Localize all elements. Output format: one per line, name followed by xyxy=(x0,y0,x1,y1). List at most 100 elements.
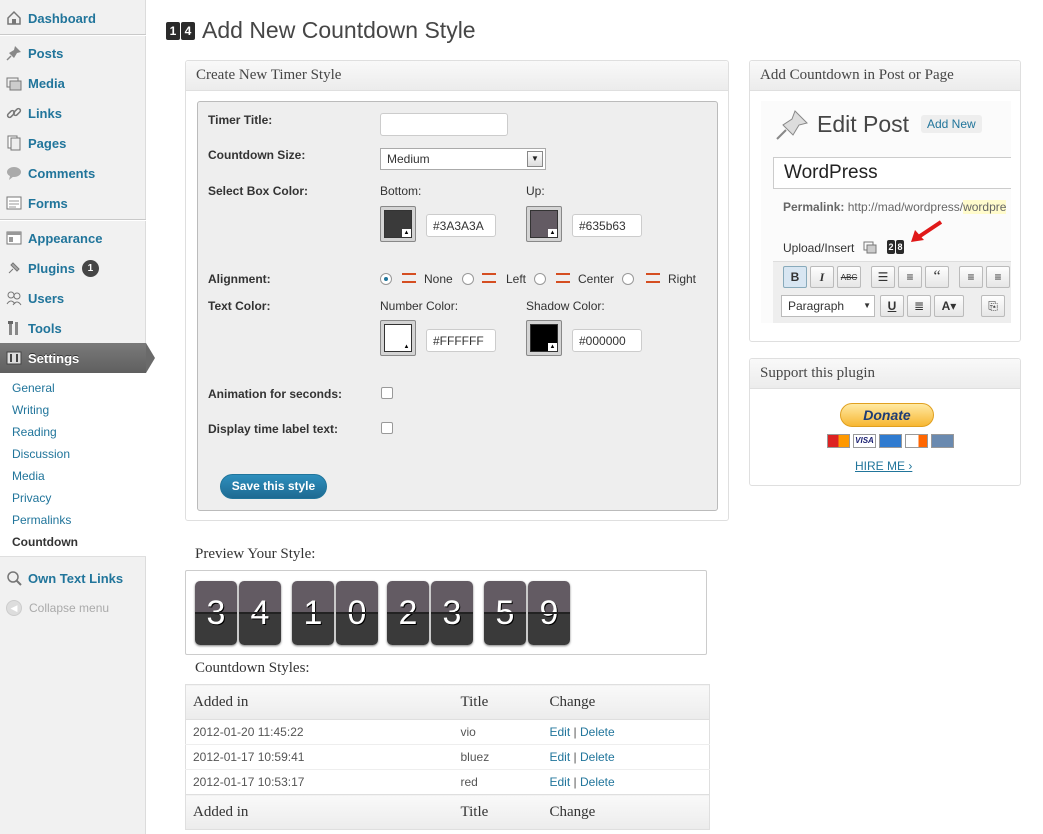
align-center-radio[interactable] xyxy=(534,273,546,285)
underline-icon: U xyxy=(880,295,904,317)
submenu-writing[interactable]: Writing xyxy=(12,403,49,417)
box-heading: Create New Timer Style xyxy=(186,61,728,91)
animation-checkbox[interactable] xyxy=(381,387,393,399)
table-row: 2012-01-17 10:59:41 bluez Edit | Delete xyxy=(185,744,710,770)
menu-comments[interactable]: Comments xyxy=(0,158,146,188)
shadow-color-swatch[interactable]: ▲ xyxy=(526,320,562,356)
collapse-menu-button[interactable]: ◀ Collapse menu xyxy=(6,600,109,616)
icon-digit: 8 xyxy=(896,240,904,254)
hire-me-link[interactable]: HIRE ME › xyxy=(855,459,912,473)
menu-pages[interactable]: Pages xyxy=(0,128,146,158)
timer-title-input[interactable] xyxy=(380,113,508,136)
preview-digit: 9 xyxy=(528,581,570,645)
table-row: 2012-01-20 11:45:22 vio Edit | Delete xyxy=(185,719,710,745)
menu-forms[interactable]: Forms xyxy=(0,188,146,218)
column-footer-added: Added in xyxy=(185,794,454,830)
bullet-list-icon: ☰ xyxy=(871,266,895,288)
menu-label: Appearance xyxy=(28,230,103,246)
submenu-countdown[interactable]: Countdown xyxy=(12,535,78,549)
align-left-icon: ≡ xyxy=(959,266,983,288)
numbered-list-icon: ≡ xyxy=(898,266,922,288)
delete-link[interactable]: Delete xyxy=(580,750,615,764)
preview-digit: 4 xyxy=(239,581,281,645)
add-countdown-box: Add Countdown in Post or Page Edit Post … xyxy=(749,60,1021,342)
align-none-radio[interactable] xyxy=(380,273,392,285)
countdown-preview: 3 4 1 0 2 3 5 9 xyxy=(185,570,707,655)
post-title-field: WordPress xyxy=(773,157,1011,189)
submenu-reading[interactable]: Reading xyxy=(12,425,57,439)
justify-icon: ≣ xyxy=(907,295,931,317)
red-arrow-icon xyxy=(909,219,945,248)
align-center-icon: ≡ xyxy=(986,266,1010,288)
time-label-checkbox[interactable] xyxy=(381,422,393,434)
shadow-color-input[interactable] xyxy=(572,329,642,352)
logo-digit: 4 xyxy=(181,22,195,40)
menu-plugins[interactable]: Plugins 1 xyxy=(0,253,146,283)
permalink-label: Permalink: xyxy=(783,200,845,214)
box-heading: Support this plugin xyxy=(750,359,1020,389)
align-left-radio[interactable] xyxy=(462,273,474,285)
logo-digit: 1 xyxy=(166,22,180,40)
menu-label: Tools xyxy=(28,320,62,336)
number-color-input[interactable] xyxy=(426,329,496,352)
menu-users[interactable]: Users xyxy=(0,283,146,313)
save-style-button[interactable]: Save this style xyxy=(220,474,327,499)
up-color-input[interactable] xyxy=(572,214,642,237)
row-added: 2012-01-17 10:53:17 xyxy=(185,769,454,795)
bottom-color-swatch[interactable]: ▲ xyxy=(380,206,416,242)
row-title: vio xyxy=(453,719,543,745)
menu-label: Dashboard xyxy=(28,10,96,26)
blockquote-icon: “ xyxy=(925,266,949,288)
edit-link[interactable]: Edit xyxy=(550,725,571,739)
up-color-swatch[interactable]: ▲ xyxy=(526,206,562,242)
submenu-permalinks[interactable]: Permalinks xyxy=(12,513,71,527)
edit-link[interactable]: Edit xyxy=(550,775,571,789)
pin-icon xyxy=(6,45,22,61)
row-title: bluez xyxy=(453,744,543,770)
edit-link[interactable]: Edit xyxy=(550,750,571,764)
settings-icon xyxy=(6,350,22,366)
menu-links[interactable]: Links xyxy=(0,98,146,128)
menu-appearance[interactable]: Appearance xyxy=(0,223,146,253)
menu-own-text-links[interactable]: Own Text Links xyxy=(0,563,146,593)
link-icon xyxy=(6,105,22,121)
menu-tools[interactable]: Tools xyxy=(0,313,146,343)
menu-media[interactable]: Media xyxy=(0,68,146,98)
pages-icon xyxy=(6,135,22,151)
menu-label: Forms xyxy=(28,195,68,211)
preview-heading: Preview Your Style: xyxy=(195,546,316,562)
link-icon xyxy=(6,570,22,586)
submenu-general[interactable]: General xyxy=(12,381,55,395)
submenu-discussion[interactable]: Discussion xyxy=(12,447,70,461)
chevron-down-icon: ▼ xyxy=(527,151,543,167)
picker-arrow-icon: ▲ xyxy=(548,343,557,351)
donate-button[interactable]: Donate xyxy=(840,403,934,427)
submenu-media[interactable]: Media xyxy=(12,469,45,483)
row-actions: Edit | Delete xyxy=(542,719,710,745)
users-icon xyxy=(6,290,22,306)
icon-digit: 2 xyxy=(887,240,895,254)
discover-icon xyxy=(905,434,928,448)
menu-settings[interactable]: Settings xyxy=(0,343,155,373)
delete-link[interactable]: Delete xyxy=(580,775,615,789)
align-none-icon xyxy=(402,273,416,283)
column-header-change: Change xyxy=(542,684,710,720)
swatch-fill: ▲ xyxy=(384,210,412,238)
menu-separator xyxy=(0,219,146,221)
align-center-label: Center xyxy=(578,272,615,286)
admin-sidebar: Dashboard Posts Media Links Pages Commen… xyxy=(0,0,155,834)
number-color-swatch[interactable]: ▲ xyxy=(380,320,416,356)
separator: | xyxy=(573,775,577,789)
bottom-color-input[interactable] xyxy=(426,214,496,237)
format-select: Paragraph ▼ xyxy=(781,295,875,317)
row-actions: Edit | Delete xyxy=(542,744,710,770)
align-right-radio[interactable] xyxy=(622,273,634,285)
box-heading: Add Countdown in Post or Page xyxy=(750,61,1020,91)
submenu-privacy[interactable]: Privacy xyxy=(12,491,51,505)
preview-digit: 1 xyxy=(292,581,334,645)
countdown-size-select[interactable]: Medium ▼ xyxy=(380,148,546,170)
appearance-icon xyxy=(6,230,22,246)
menu-posts[interactable]: Posts xyxy=(0,38,146,68)
delete-link[interactable]: Delete xyxy=(580,725,615,739)
menu-dashboard[interactable]: Dashboard xyxy=(0,3,146,33)
